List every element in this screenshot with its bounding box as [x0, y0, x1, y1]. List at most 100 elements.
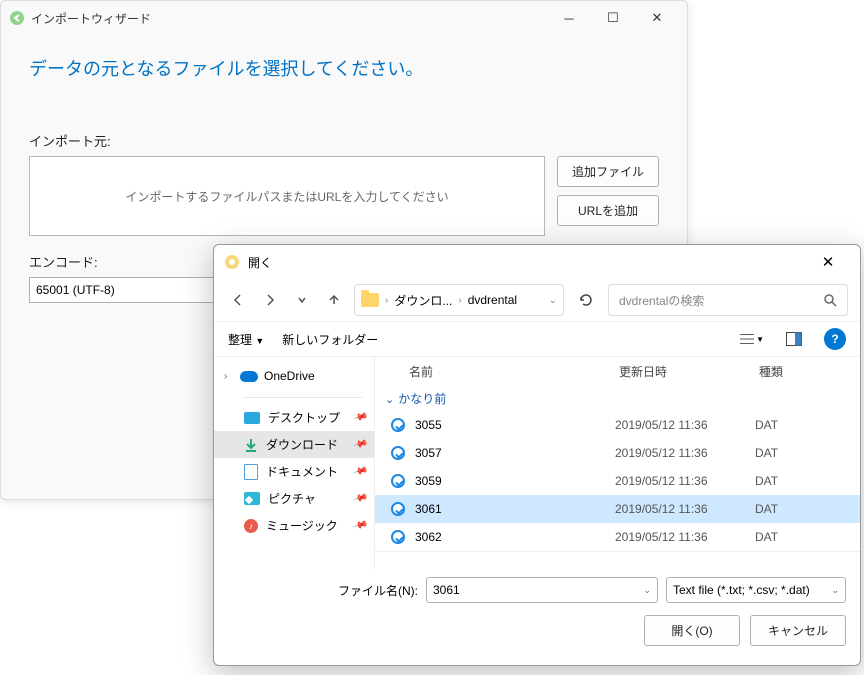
desktop-icon: [244, 412, 260, 424]
data-file-icon: [391, 418, 405, 432]
import-source-placeholder: インポートするファイルパスまたはURLを入力してください: [125, 188, 448, 205]
pin-icon: 📌: [352, 518, 368, 534]
new-folder-button[interactable]: 新しいフォルダー: [282, 331, 378, 348]
file-row[interactable]: 3055 2019/05/12 11:36 DAT: [375, 411, 860, 439]
refresh-button[interactable]: [572, 286, 600, 314]
maximize-button[interactable]: ☐: [591, 3, 635, 33]
divider: [242, 397, 362, 398]
wizard-app-icon: [9, 10, 25, 26]
nav-forward-button[interactable]: [258, 288, 282, 312]
dialog-title: 開く: [248, 254, 806, 271]
breadcrumb[interactable]: › ダウンロ... › dvdrental ⌄: [354, 284, 564, 316]
sidebar-item-label: OneDrive: [264, 369, 315, 383]
file-name: 3055: [415, 418, 615, 432]
add-file-button[interactable]: 追加ファイル: [557, 156, 659, 187]
pictures-icon: [244, 492, 260, 505]
file-type: DAT: [755, 502, 850, 516]
chevron-right-icon: ›: [458, 295, 461, 306]
filename-input[interactable]: 3061 ⌄: [426, 577, 658, 603]
file-list[interactable]: かなり前 3055 2019/05/12 11:36 DAT 3057 2019…: [375, 386, 860, 552]
organize-menu[interactable]: 整理 ▼: [228, 331, 264, 348]
chevron-down-icon[interactable]: ⌄: [549, 295, 557, 306]
file-date: 2019/05/12 11:36: [615, 446, 755, 460]
chevron-right-icon: ›: [385, 295, 388, 306]
group-header[interactable]: かなり前: [375, 386, 860, 411]
data-file-icon: [391, 474, 405, 488]
chevron-right-icon[interactable]: ›: [224, 371, 234, 382]
sidebar-item-label: ピクチャ: [268, 490, 316, 507]
cancel-button[interactable]: キャンセル: [750, 615, 846, 646]
preview-pane-button[interactable]: [782, 327, 806, 351]
chevron-down-icon[interactable]: ⌄: [643, 585, 651, 596]
dialog-close-button[interactable]: ✕: [806, 247, 850, 277]
sidebar-item-label: ミュージック: [266, 517, 338, 534]
filename-label: ファイル名(N):: [228, 582, 418, 599]
wizard-titlebar: インポートウィザード ─ ☐ ✕: [1, 1, 687, 35]
sidebar: › OneDrive デスクトップ 📌 ダウンロード 📌 ドキュメント 📌: [214, 357, 374, 569]
document-icon: [244, 464, 258, 480]
file-name: 3057: [415, 446, 615, 460]
sidebar-item-downloads[interactable]: ダウンロード 📌: [214, 431, 374, 458]
toolbar: 整理 ▼ 新しいフォルダー ▼ ?: [214, 321, 860, 357]
action-row: 開く(O) キャンセル: [228, 615, 846, 646]
search-icon: [823, 293, 837, 307]
dialog-app-icon: [224, 254, 240, 270]
content-row: › OneDrive デスクトップ 📌 ダウンロード 📌 ドキュメント 📌: [214, 357, 860, 569]
view-mode-button[interactable]: ▼: [740, 327, 764, 351]
filetype-value: Text file (*.txt; *.csv; *.dat): [673, 583, 810, 597]
column-header-date[interactable]: 更新日時: [619, 363, 759, 380]
file-open-dialog: 開く ✕ › ダウンロ... › dvdrental ⌄ dvdrentalの検…: [213, 244, 861, 666]
file-row[interactable]: 3059 2019/05/12 11:36 DAT: [375, 467, 860, 495]
file-row[interactable]: 3061 2019/05/12 11:36 DAT: [375, 495, 860, 523]
file-type: DAT: [755, 418, 850, 432]
wizard-heading: データの元となるファイルを選択してください。: [29, 55, 659, 81]
import-side-buttons: 追加ファイル URLを追加: [557, 156, 659, 236]
search-input[interactable]: dvdrentalの検索: [608, 284, 848, 316]
sidebar-item-desktop[interactable]: デスクトップ 📌: [214, 404, 374, 431]
chevron-down-icon: ⌄: [831, 585, 839, 596]
dialog-titlebar: 開く ✕: [214, 245, 860, 279]
nav-back-button[interactable]: [226, 288, 250, 312]
file-date: 2019/05/12 11:36: [615, 502, 755, 516]
file-row[interactable]: 3062 2019/05/12 11:36 DAT: [375, 523, 860, 551]
file-row[interactable]: 3057 2019/05/12 11:36 DAT: [375, 439, 860, 467]
dialog-footer: ファイル名(N): 3061 ⌄ Text file (*.txt; *.csv…: [214, 569, 860, 654]
file-date: 2019/05/12 11:36: [615, 474, 755, 488]
import-source-input[interactable]: インポートするファイルパスまたはURLを入力してください: [29, 156, 545, 236]
sidebar-item-music[interactable]: ♪ ミュージック 📌: [214, 512, 374, 539]
data-file-icon: [391, 446, 405, 460]
file-name: 3061: [415, 502, 615, 516]
file-list-area: 名前 更新日時 種類 かなり前 3055 2019/05/12 11:36 DA…: [374, 357, 860, 569]
nav-up-button[interactable]: [322, 288, 346, 312]
import-source-label: インポート元:: [29, 131, 659, 150]
sidebar-item-pictures[interactable]: ピクチャ 📌: [214, 485, 374, 512]
file-name: 3062: [415, 530, 615, 544]
pin-icon: 📌: [352, 410, 368, 426]
data-file-icon: [391, 530, 405, 544]
nav-row: › ダウンロ... › dvdrental ⌄ dvdrentalの検索: [214, 279, 860, 321]
search-placeholder: dvdrentalの検索: [619, 292, 704, 309]
nav-recent-button[interactable]: [290, 288, 314, 312]
breadcrumb-part-2[interactable]: dvdrental: [468, 293, 517, 307]
breadcrumb-part-1[interactable]: ダウンロ...: [394, 292, 452, 309]
add-url-button[interactable]: URLを追加: [557, 195, 659, 226]
open-button[interactable]: 開く(O): [644, 615, 740, 646]
column-header-name[interactable]: 名前: [409, 363, 619, 380]
file-type: DAT: [755, 446, 850, 460]
help-button[interactable]: ?: [824, 328, 846, 350]
wizard-title: インポートウィザード: [31, 10, 547, 27]
sidebar-item-documents[interactable]: ドキュメント 📌: [214, 458, 374, 485]
filename-value: 3061: [433, 583, 460, 597]
file-type: DAT: [755, 530, 850, 544]
close-button[interactable]: ✕: [635, 3, 679, 33]
sidebar-item-label: ドキュメント: [266, 463, 338, 480]
column-header-type[interactable]: 種類: [759, 363, 850, 380]
download-icon: [244, 438, 258, 452]
filetype-select[interactable]: Text file (*.txt; *.csv; *.dat) ⌄: [666, 577, 846, 603]
pin-icon: 📌: [352, 437, 368, 453]
sidebar-item-onedrive[interactable]: › OneDrive: [214, 363, 374, 389]
file-date: 2019/05/12 11:36: [615, 418, 755, 432]
sidebar-item-label: デスクトップ: [268, 409, 340, 426]
music-icon: ♪: [244, 519, 258, 533]
minimize-button[interactable]: ─: [547, 3, 591, 33]
